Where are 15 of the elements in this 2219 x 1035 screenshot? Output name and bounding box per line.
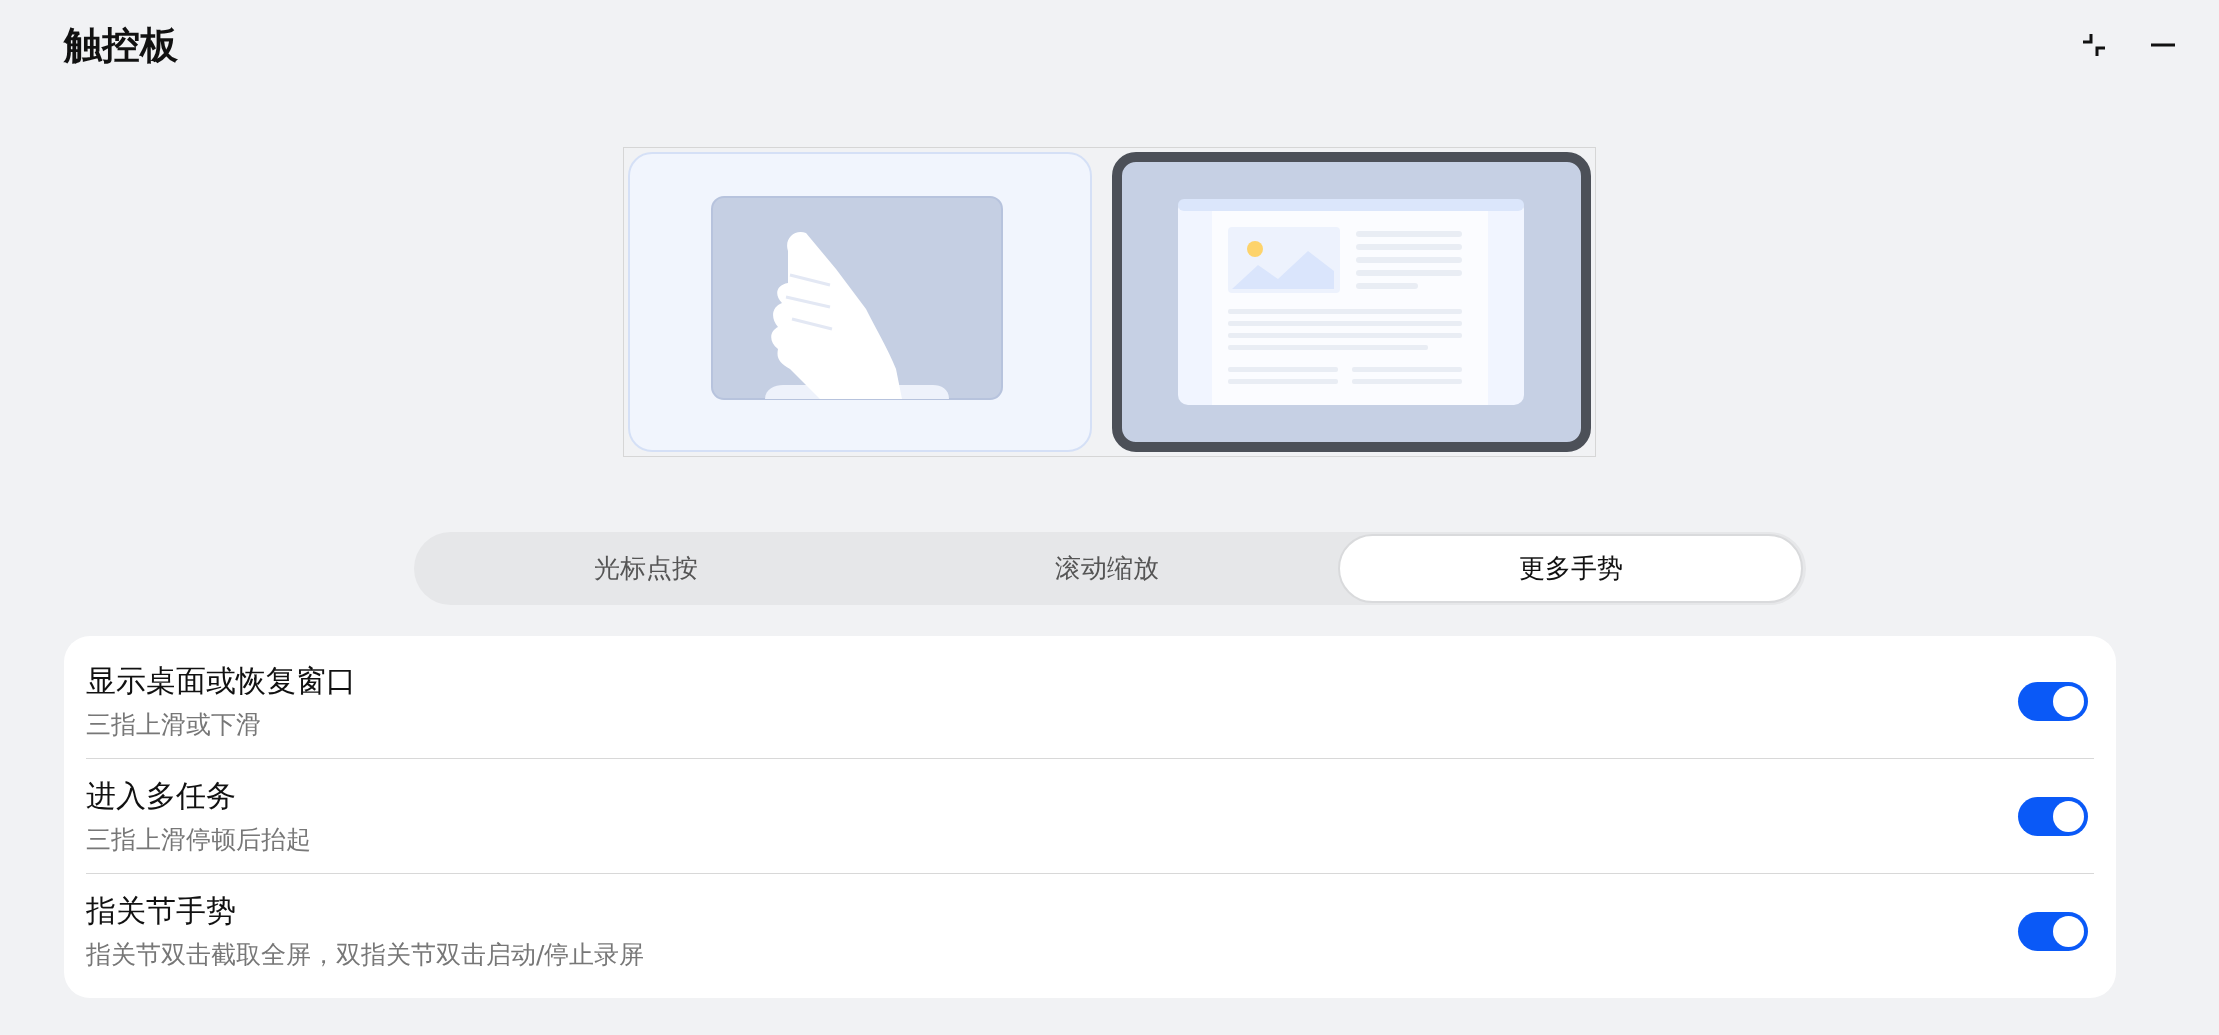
toggle-switch[interactable]	[2018, 681, 2088, 721]
restore-icon[interactable]	[2081, 32, 2107, 58]
minimize-icon[interactable]	[2151, 43, 2175, 47]
tab[interactable]: 更多手势	[1338, 534, 1804, 603]
window-title: 触控板	[64, 21, 178, 69]
setting-description: 三指上滑停顿后抬起	[86, 824, 311, 856]
setting-title: 指关节手势	[86, 892, 237, 930]
toggle-switch[interactable]	[2018, 911, 2088, 951]
setting-description: 指关节双击截取全屏，双指关节双击启动/停止录屏	[86, 939, 645, 971]
setting-title: 显示桌面或恢复窗口	[86, 662, 356, 700]
toggle-switch[interactable]	[2018, 796, 2088, 836]
tab[interactable]: 光标点按	[415, 534, 877, 603]
setting-description: 三指上滑或下滑	[86, 709, 262, 741]
setting-title: 进入多任务	[86, 777, 237, 815]
tab[interactable]: 滚动缩放	[876, 534, 1339, 603]
